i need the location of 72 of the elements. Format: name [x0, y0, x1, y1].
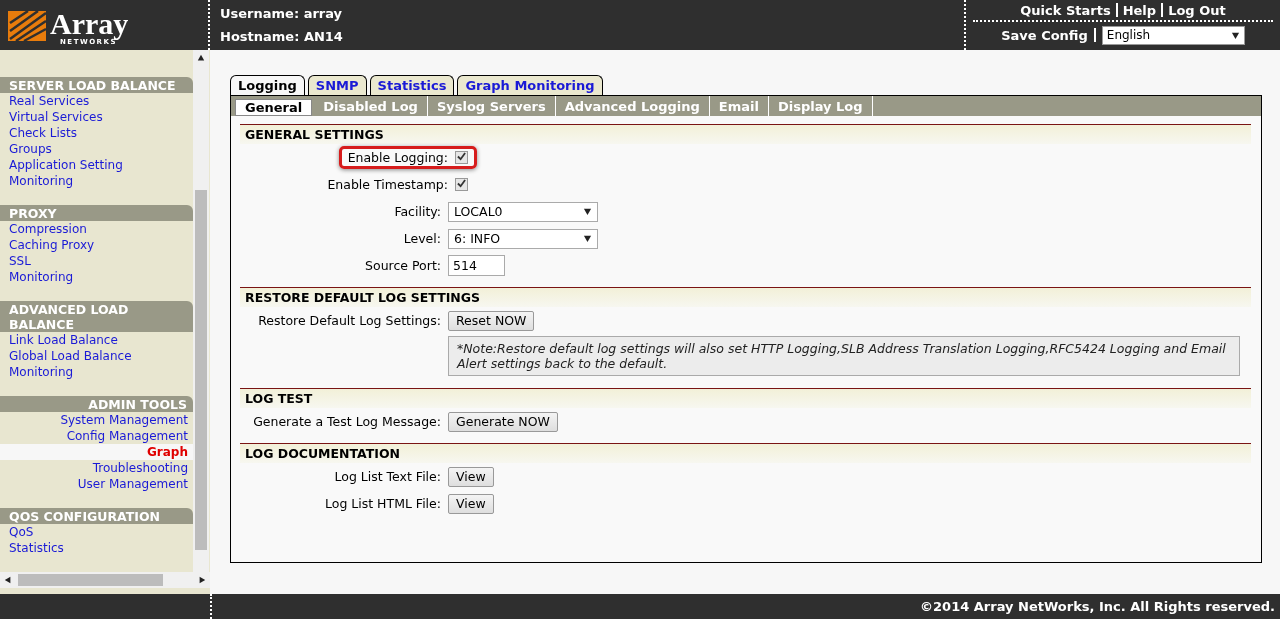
tab[interactable]: Graph Monitoring: [457, 75, 603, 95]
checkbox[interactable]: [455, 151, 468, 164]
sidebar-link[interactable]: System Management: [0, 412, 193, 428]
subtab[interactable]: General: [235, 99, 313, 116]
field-label: Generate a Test Log Message:: [253, 414, 441, 429]
sidebar-link[interactable]: Troubleshooting: [0, 460, 193, 476]
input-field[interactable]: 514: [448, 255, 505, 276]
horizontal-scrollbar[interactable]: [0, 572, 210, 588]
dropdown[interactable]: 6: INFO: [448, 228, 598, 249]
field-label: Level:: [403, 231, 441, 246]
save-config-link[interactable]: Save Config: [1001, 27, 1088, 43]
action-button[interactable]: View: [448, 493, 494, 514]
sidebar-section-heading: ADVANCED LOAD BALANCE: [0, 301, 193, 332]
sidebar-link[interactable]: Compression: [0, 221, 193, 237]
sidebar-link[interactable]: Application Setting: [0, 157, 193, 173]
sidebar-link[interactable]: Graph: [0, 444, 193, 460]
scroll-right-icon: [198, 576, 206, 584]
sidebar-link[interactable]: Monitoring: [0, 364, 193, 380]
field-label: Log List Text File:: [334, 469, 441, 484]
sidebar-link[interactable]: QoS: [0, 524, 193, 540]
hostname-label: Hostname: AN14: [220, 29, 344, 44]
checkmark-icon: [457, 152, 466, 161]
field-label: Source Port:: [365, 258, 441, 273]
sidebar-link[interactable]: Check Lists: [0, 125, 193, 141]
sidebar-link[interactable]: User Management: [0, 476, 193, 492]
checkmark-icon: [457, 179, 466, 188]
sidebar-link[interactable]: Groups: [0, 141, 193, 157]
section-heading: LOG TEST: [240, 388, 1251, 408]
caret-icon: [583, 234, 592, 243]
vertical-scrollbar[interactable]: [193, 50, 209, 572]
sidebar-section-heading: QOS CONFIGURATION: [0, 508, 193, 524]
caret-icon: [1230, 30, 1240, 40]
header-link[interactable]: Quick Starts: [1020, 2, 1111, 18]
sidebar-section-heading: SERVER LOAD BALANCE: [0, 77, 193, 93]
dropdown[interactable]: LOCAL0: [448, 201, 598, 222]
checkbox[interactable]: [455, 178, 468, 191]
tab[interactable]: Statistics: [369, 75, 455, 95]
section-heading: LOG DOCUMENTATION: [240, 443, 1251, 463]
action-button[interactable]: Reset NOW: [448, 310, 535, 331]
field-label: Facility:: [394, 204, 441, 219]
sidebar-link[interactable]: Virtual Services: [0, 109, 193, 125]
caret-icon: [583, 207, 592, 216]
action-button[interactable]: View: [448, 466, 494, 487]
language-select[interactable]: English: [1101, 25, 1245, 45]
field-label: Restore Default Log Settings:: [258, 313, 441, 328]
sidebar-link[interactable]: Monitoring: [0, 269, 193, 285]
logo-wordmark: Array: [50, 7, 129, 40]
tab[interactable]: Logging: [230, 75, 305, 95]
field-label: Enable Logging:: [347, 150, 448, 165]
sidebar-link[interactable]: Caching Proxy: [0, 237, 193, 253]
action-button[interactable]: Generate NOW: [448, 411, 558, 432]
section-heading: RESTORE DEFAULT LOG SETTINGS: [240, 287, 1251, 307]
field-label: Log List HTML File:: [325, 496, 441, 511]
sidebar-link[interactable]: Global Load Balance: [0, 348, 193, 364]
sidebar-section-heading: PROXY: [0, 205, 193, 221]
scroll-left-icon: [4, 576, 12, 584]
field-label: Enable Timestamp:: [327, 177, 448, 192]
sidebar-link[interactable]: Statistics: [0, 540, 193, 556]
sidebar-link[interactable]: Link Load Balance: [0, 332, 193, 348]
header-link[interactable]: Log Out: [1168, 2, 1226, 18]
tab[interactable]: SNMP: [307, 75, 367, 95]
sidebar-link[interactable]: Monitoring: [0, 173, 193, 189]
scroll-up-icon: [197, 54, 205, 62]
sidebar-section-heading: ADMIN TOOLS: [0, 396, 193, 412]
header-link[interactable]: Help: [1122, 2, 1157, 18]
sidebar-link[interactable]: Config Management: [0, 428, 193, 444]
sidebar-link[interactable]: SSL: [0, 253, 193, 269]
username-label: Username: array: [220, 6, 344, 21]
section-heading: GENERAL SETTINGS: [240, 124, 1251, 144]
note-text: *Note:Restore default log settings will also set HTTP Logging,SLB Address Translation Logging,RFC5424 Logging and Email Alert settings back to the default.: [448, 336, 1240, 376]
sidebar-link[interactable]: Real Services: [0, 93, 193, 109]
copyright-text: ©2014 Array NetWorks, Inc. All Rights reserved.: [919, 598, 1276, 616]
